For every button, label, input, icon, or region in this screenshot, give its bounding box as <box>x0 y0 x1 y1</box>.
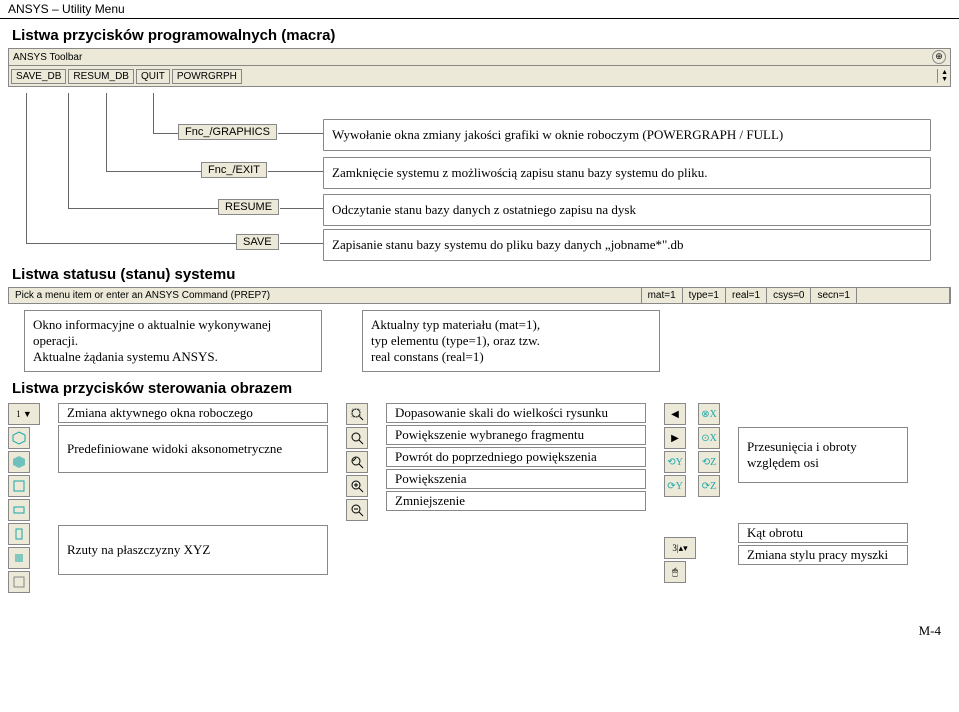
iso-view-1-icon[interactable] <box>8 427 30 449</box>
image-control-panel: 1 ▼ Zmiana aktywnego okna roboczego Pred… <box>8 403 951 593</box>
right-label-column: Przesunięcia i obroty względem osi Kąt o… <box>738 403 908 565</box>
ansys-toolbar-label: ANSYS Toolbar <box>13 52 82 63</box>
rotate-y-neg-icon[interactable]: ⟲Y <box>664 451 686 473</box>
macro-leader-lines: Fnc_/GRAPHICS Wywołanie okna zmiany jako… <box>8 93 951 258</box>
view-bottom-icon[interactable] <box>8 547 30 569</box>
label-mouse-mode: Zmiana stylu pracy myszki <box>738 545 908 565</box>
view-side-icon[interactable] <box>8 499 30 521</box>
label-zoom-out: Zmniejszenie <box>386 491 646 511</box>
zoom-out-icon[interactable] <box>346 499 368 521</box>
fnc-resume-desc: Odczytanie stanu bazy danych z ostatnieg… <box>323 194 931 226</box>
status-mat: mat=1 <box>642 288 683 303</box>
toolbar-scroll-arrows[interactable]: ▲▼ <box>937 69 948 83</box>
zoom-label-column: Dopasowanie skali do wielkości rysunku P… <box>386 403 646 511</box>
zoom-in-icon[interactable] <box>346 475 368 497</box>
fnc-exit-label: Fnc_/EXIT <box>201 162 267 178</box>
rotate-z-pos-icon[interactable]: ⟳Z <box>698 475 720 497</box>
label-fit: Dopasowanie skali do wielkości rysunku <box>386 403 646 423</box>
label-axo-views: Predefiniowane widoki aksonometryczne <box>58 425 328 473</box>
status-csys: csys=0 <box>767 288 811 303</box>
status-real: real=1 <box>726 288 767 303</box>
rotate-x-neg-icon[interactable]: ⊗X <box>698 403 720 425</box>
zoom-icon-column <box>346 403 368 521</box>
zoom-previous-icon[interactable] <box>346 451 368 473</box>
fnc-save-desc: Zapisanie stanu bazy systemu do pliku ba… <box>323 229 931 261</box>
label-xyz-views: Rzuty na płaszczyzny XYZ <box>58 525 328 575</box>
fnc-graphics-desc: Wywołanie okna zmiany jakości grafiki w … <box>323 119 931 151</box>
status-bar: Pick a menu item or enter an ANSYS Comma… <box>8 287 951 304</box>
toolbar-btn-quit[interactable]: QUIT <box>136 69 170 84</box>
section-macros-title: Listwa przycisków programowalnych (macra… <box>12 27 959 44</box>
label-zoom-in: Powiększenia <box>386 469 646 489</box>
zoom-area-icon[interactable] <box>346 427 368 449</box>
fnc-save-label: SAVE <box>236 234 279 250</box>
label-zoom-area: Powiększenie wybranego fragmentu <box>386 425 646 445</box>
section-status-title: Listwa statusu (stanu) systemu <box>12 266 959 283</box>
fnc-resume-label: RESUME <box>218 199 279 215</box>
status-info-right: Aktualny typ materiału (mat=1), typ elem… <box>362 310 660 372</box>
rotate-angle-stepper[interactable]: 3|▴▾ <box>664 537 696 559</box>
mouse-mode-icon[interactable]: 🖱 <box>664 561 686 583</box>
iso-view-2-icon[interactable] <box>8 451 30 473</box>
status-info-left: Okno informacyjne o aktualnie wykonywane… <box>24 310 322 372</box>
toolbar-btn-powrgrph[interactable]: POWRGRPH <box>172 69 242 84</box>
label-pan-rotate: Przesunięcia i obroty względem osi <box>738 427 908 483</box>
status-type: type=1 <box>683 288 726 303</box>
view-back-icon[interactable] <box>8 571 30 593</box>
toolbar-btn-resum-db[interactable]: RESUM_DB <box>68 69 134 84</box>
view-icon-column: 1 ▼ <box>8 403 40 593</box>
section-image-ctrl-title: Listwa przycisków sterowania obrazem <box>12 380 959 397</box>
window-selector[interactable]: 1 ▼ <box>8 403 40 425</box>
fnc-graphics-label: Fnc_/GRAPHICS <box>178 124 277 140</box>
label-angle: Kąt obrotu <box>738 523 908 543</box>
abbreviation-icon[interactable]: ⊕ <box>932 50 946 64</box>
arrow-down-icon: ▼ <box>941 76 948 83</box>
status-prompt[interactable]: Pick a menu item or enter an ANSYS Comma… <box>9 288 642 303</box>
pan-right-icon[interactable]: ▶ <box>664 427 686 449</box>
label-active-window: Zmiana aktywnego okna roboczego <box>58 403 328 423</box>
rotate-x-pos-icon[interactable]: ⊙X <box>698 427 720 449</box>
rotate-z-neg-icon[interactable]: ⟲Z <box>698 451 720 473</box>
page-number: M-4 <box>0 623 941 639</box>
status-secn: secn=1 <box>811 288 857 303</box>
page-header: ANSYS – Utility Menu <box>0 0 959 19</box>
view-top-icon[interactable] <box>8 523 30 545</box>
view-front-icon[interactable] <box>8 475 30 497</box>
fit-view-icon[interactable] <box>346 403 368 425</box>
ansys-toolbar-buttons: SAVE_DB RESUM_DB QUIT POWRGRPH ▲▼ <box>8 66 951 87</box>
rotate-y-pos-icon[interactable]: ⟳Y <box>664 475 686 497</box>
ansys-toolbar-bar: ANSYS Toolbar ⊕ <box>8 48 951 66</box>
left-label-column: Zmiana aktywnego okna roboczego Predefin… <box>58 403 328 575</box>
toolbar-btn-save-db[interactable]: SAVE_DB <box>11 69 66 84</box>
pan-rotate-icons: ◀ ▶ ⟲Y ⟳Y 3|▴▾ 🖱 ⊗X ⊙X ⟲Z ⟳Z <box>664 403 720 583</box>
label-zoom-prev: Powrót do poprzedniego powiększenia <box>386 447 646 467</box>
fnc-exit-desc: Zamknięcie systemu z możliwością zapisu … <box>323 157 931 189</box>
pan-left-icon[interactable]: ◀ <box>664 403 686 425</box>
